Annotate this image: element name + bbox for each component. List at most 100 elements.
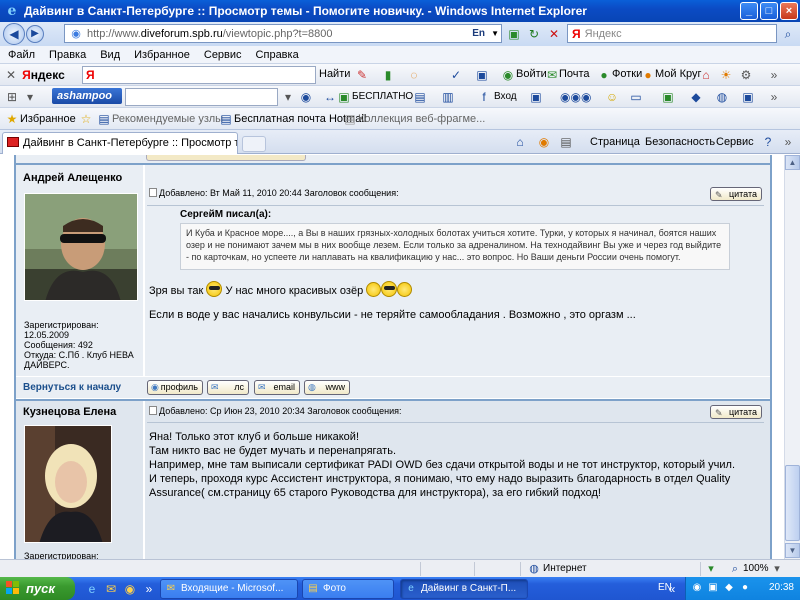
ashampoo-login-button[interactable]: Вход bbox=[494, 91, 517, 102]
stop-icon[interactable]: ✕ bbox=[546, 26, 562, 42]
yandex-find-button[interactable]: Найти bbox=[319, 68, 350, 80]
ashampoo-more-icon[interactable]: » bbox=[766, 89, 782, 105]
address-field[interactable]: ◉ http://www. diveforum.spb.ru/viewtopic.… bbox=[64, 24, 502, 43]
stats-icon[interactable]: ▮ bbox=[380, 67, 396, 83]
menu-help[interactable]: Справка bbox=[256, 49, 299, 61]
menu-edit[interactable]: Правка bbox=[49, 49, 86, 61]
yandex-mail-button[interactable]: Почта bbox=[559, 68, 590, 80]
toolbar-dropdown-icon[interactable]: ▾ bbox=[22, 89, 38, 105]
home-icon[interactable]: ⌂ bbox=[512, 134, 528, 150]
recommended-sites-link[interactable]: Рекомендуемые узлы bbox=[112, 113, 223, 125]
free-button[interactable]: БЕСПЛАТНО bbox=[352, 91, 413, 102]
pm-button[interactable]: ✉ лс bbox=[207, 380, 249, 395]
taskbar-item[interactable]: ▤ Фото bbox=[302, 579, 394, 599]
post-author[interactable]: Андрей Алещенко bbox=[23, 172, 122, 184]
minimize-button[interactable]: _ bbox=[740, 2, 758, 20]
toolbar-more-icon[interactable]: » bbox=[766, 67, 782, 83]
tab-active[interactable]: Дайвинг в Санкт-Петербурге :: Просмотр т… bbox=[2, 132, 238, 154]
tray-security-icon[interactable]: ● bbox=[738, 581, 752, 595]
menu-file[interactable]: Файл bbox=[8, 49, 35, 61]
protected-mode-icon[interactable]: ▾ bbox=[704, 562, 718, 576]
globe-icon[interactable]: ◍ bbox=[714, 89, 730, 105]
taskbar-item[interactable]: ✉ Входящие - Microsof... bbox=[160, 579, 298, 599]
player-controls-icon[interactable]: ◉◉◉ bbox=[560, 89, 591, 105]
safety-menu[interactable]: Безопасность bbox=[645, 136, 715, 148]
translate-icon[interactable]: ✓ bbox=[448, 67, 464, 83]
ashampoo-search-input[interactable] bbox=[125, 88, 278, 106]
tool-icon[interactable]: ▣ bbox=[740, 89, 756, 105]
yandex-photos-button[interactable]: Фотки bbox=[612, 68, 642, 80]
taskbar-item-active[interactable]: e Дайвинг в Санкт-П... bbox=[400, 579, 528, 599]
yandex-circle-button[interactable]: Мой Круг bbox=[655, 68, 702, 80]
quicklaunch-outlook-icon[interactable]: ✉ bbox=[103, 581, 119, 597]
forward-button[interactable]: ▶ bbox=[26, 25, 44, 43]
quote-button[interactable]: ✎ цитата bbox=[710, 405, 762, 419]
back-to-top-link[interactable]: Вернуться к началу bbox=[23, 382, 121, 393]
settings-gear-icon[interactable]: ⚙ bbox=[738, 67, 754, 83]
post-author[interactable]: Кузнецова Елена bbox=[23, 406, 116, 418]
weather-icon[interactable]: ☀ bbox=[718, 67, 734, 83]
menu-view[interactable]: Вид bbox=[100, 49, 120, 61]
refresh-icon[interactable]: ↻ bbox=[526, 26, 542, 42]
print-icon[interactable]: ▤ bbox=[558, 134, 574, 150]
menu-favorites[interactable]: Избранное bbox=[134, 49, 190, 61]
pen-icon[interactable]: ✎ bbox=[354, 67, 370, 83]
back-button[interactable]: ◀ bbox=[3, 23, 25, 45]
vertical-scrollbar[interactable]: ▲ ▼ bbox=[784, 155, 800, 559]
scroll-up-icon[interactable]: ▲ bbox=[785, 155, 800, 170]
address-dropdown-icon[interactable]: ▼ bbox=[491, 29, 499, 38]
tools-menu[interactable]: Сервис bbox=[716, 136, 754, 148]
ashampoo-go-icon[interactable]: ◉ bbox=[298, 89, 314, 105]
quicklaunch-media-icon[interactable]: ◉ bbox=[122, 581, 138, 597]
zoom-level[interactable]: 100% bbox=[743, 563, 769, 574]
quicklaunch-ie-icon[interactable]: e bbox=[84, 581, 100, 597]
scrollbar-thumb[interactable] bbox=[785, 465, 800, 541]
media-icon[interactable]: ▤ bbox=[412, 89, 428, 105]
smiley-icon[interactable]: ☺ bbox=[604, 89, 620, 105]
tab-more-icon[interactable]: » bbox=[780, 134, 796, 150]
close-button[interactable]: × bbox=[780, 2, 798, 20]
help-icon[interactable]: ? bbox=[760, 134, 776, 150]
clock[interactable]: 20:38 bbox=[769, 582, 794, 593]
language-indicator[interactable]: En bbox=[472, 28, 485, 39]
toolbar-close-icon[interactable]: ✕ bbox=[6, 68, 16, 82]
menu-tools[interactable]: Сервис bbox=[204, 49, 242, 61]
monitor-icon[interactable]: ▥ bbox=[440, 89, 456, 105]
compatibility-icon[interactable]: ▣ bbox=[506, 26, 522, 42]
app-icon[interactable]: ▣ bbox=[660, 89, 676, 105]
post-icon[interactable] bbox=[149, 188, 157, 197]
search-field[interactable]: Я Яндекс bbox=[567, 24, 777, 43]
feeds-icon[interactable]: ◉ bbox=[536, 134, 552, 150]
add-favorite-icon[interactable]: ☆ bbox=[78, 111, 94, 127]
bookmark-icon[interactable]: ▣ bbox=[474, 67, 490, 83]
tray-network-icon[interactable]: ▣ bbox=[706, 581, 720, 595]
scroll-down-icon[interactable]: ▼ bbox=[785, 543, 800, 558]
quicklaunch-expand-icon[interactable]: » bbox=[141, 581, 157, 597]
window-icon[interactable]: ▭ bbox=[628, 89, 644, 105]
yandex-logo[interactable]: Яндекс bbox=[22, 68, 65, 82]
search-go-icon[interactable]: ⌕ bbox=[780, 26, 796, 42]
yandex-login-button[interactable]: Войти bbox=[516, 68, 547, 80]
house-icon[interactable]: ⌂ bbox=[698, 67, 714, 83]
page-menu[interactable]: Страница bbox=[590, 136, 640, 148]
quote-button[interactable]: ✎ цитата bbox=[710, 187, 762, 201]
new-tab-button[interactable] bbox=[242, 136, 266, 152]
zoom-dropdown-icon[interactable]: ▾ bbox=[770, 562, 784, 576]
profile-button[interactable]: ◉ профиль bbox=[147, 380, 203, 395]
ashampoo-search-dropdown-icon[interactable]: ▾ bbox=[280, 89, 296, 105]
www-button[interactable]: ◍ www bbox=[304, 380, 350, 395]
favorites-button[interactable]: Избранное bbox=[20, 113, 76, 125]
keyboard-language[interactable]: EN bbox=[658, 582, 672, 593]
yandex-search-input[interactable]: Я bbox=[82, 66, 316, 84]
tray-ie-icon[interactable]: ◉ bbox=[690, 581, 704, 595]
webslices-link[interactable]: Коллекция веб-фрагме... bbox=[358, 113, 485, 125]
tray-volume-icon[interactable]: ◆ bbox=[722, 581, 736, 595]
messenger-icon[interactable]: ▣ bbox=[528, 89, 544, 105]
shield-icon[interactable]: ◆ bbox=[688, 89, 704, 105]
post-icon[interactable] bbox=[149, 406, 157, 415]
email-button[interactable]: ✉ email bbox=[254, 380, 300, 395]
chat-icon[interactable]: ◌ bbox=[406, 67, 422, 83]
toolbar-toggle-icon[interactable]: ⊞ bbox=[4, 89, 20, 105]
start-button[interactable]: пуск bbox=[0, 577, 75, 600]
ashampoo-logo[interactable]: ashampoo bbox=[52, 88, 122, 104]
